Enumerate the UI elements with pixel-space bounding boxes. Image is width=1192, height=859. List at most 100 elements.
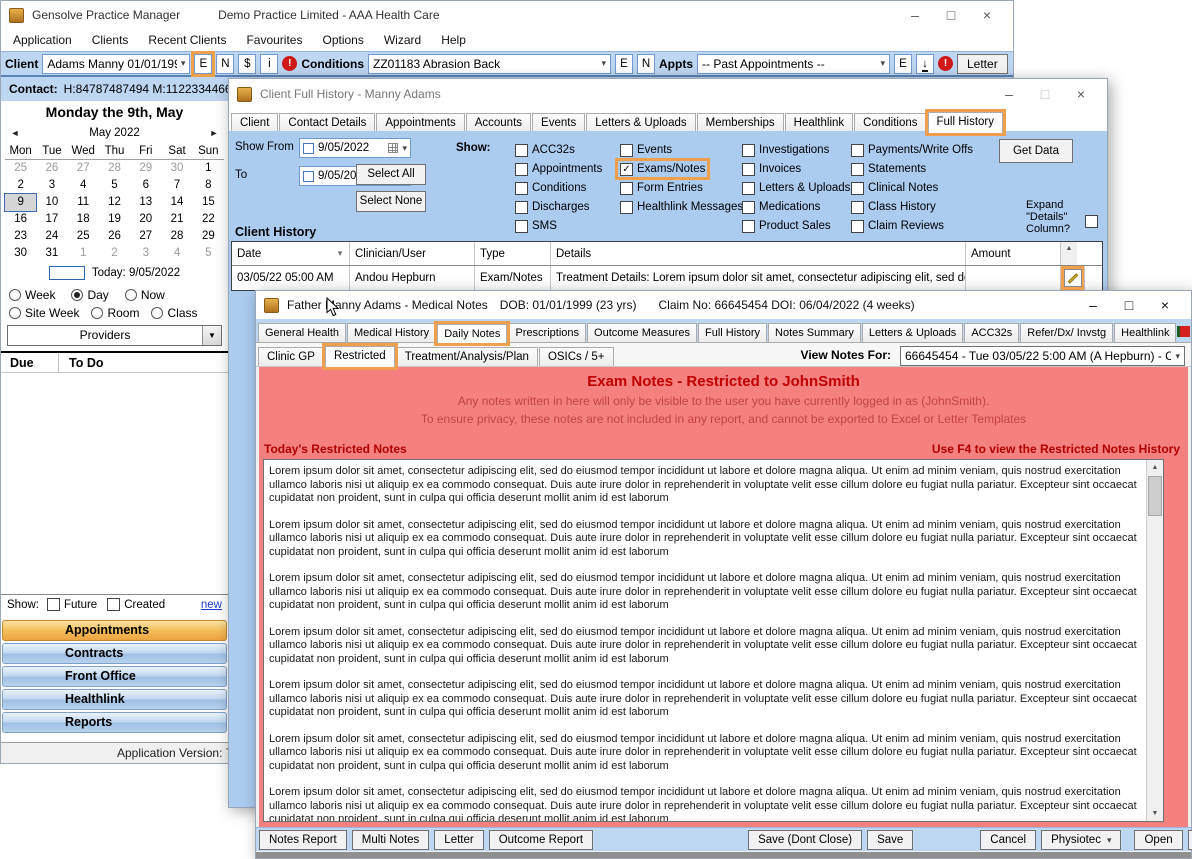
history-tab-accounts[interactable]: Accounts (466, 113, 531, 132)
notes-sub-tab-treatment-analysis-plan[interactable]: Treatment/Analysis/Plan (396, 347, 538, 366)
filter-checkbox-letters-uploads[interactable]: Letters & Uploads (740, 180, 852, 196)
menu-item-favourites[interactable]: Favourites (246, 33, 302, 47)
filter-checkbox-events[interactable]: Events (618, 142, 674, 158)
footer-notes-report-button[interactable]: Notes Report (259, 830, 347, 850)
calendar-day[interactable]: 27 (68, 160, 99, 177)
notes-tab-notes-summary[interactable]: Notes Summary (768, 323, 861, 342)
conditions-e-button[interactable]: E (615, 54, 633, 74)
calendar-day[interactable]: 8 (193, 177, 224, 194)
calendar-day[interactable]: 6 (130, 177, 161, 194)
today-label[interactable]: Today: 9/05/2022 (92, 267, 180, 279)
client-i-button[interactable]: i (260, 54, 278, 74)
checkbox-future[interactable]: Future (47, 598, 97, 611)
calendar-day[interactable]: 29 (193, 228, 224, 245)
filter-checkbox-conditions[interactable]: Conditions (513, 180, 588, 196)
checkbox-created[interactable]: Created (107, 598, 165, 611)
notes-sub-tab-clinic-gp[interactable]: Clinic GP (258, 347, 324, 366)
history-tab-contact-details[interactable]: Contact Details (279, 113, 375, 132)
filter-checkbox-medications[interactable]: Medications (740, 199, 822, 215)
filter-checkbox-class-history[interactable]: Class History (849, 199, 938, 215)
history-tab-healthlink[interactable]: Healthlink (785, 113, 854, 132)
table-scrollbar[interactable]: ▲ (1061, 242, 1077, 265)
conditions-n-button[interactable]: N (637, 54, 655, 74)
scroll-down-icon[interactable]: ▼ (1147, 806, 1163, 821)
radio-option-class[interactable]: Class (151, 306, 197, 320)
calendar-day[interactable]: 7 (161, 177, 192, 194)
save-button[interactable]: Save (867, 830, 913, 850)
column-header-date[interactable]: Date▼ (232, 242, 350, 265)
todo-due-column[interactable]: Due (1, 353, 59, 372)
history-tab-memberships[interactable]: Memberships (697, 113, 784, 132)
menu-item-help[interactable]: Help (441, 33, 466, 47)
calendar-day[interactable]: 20 (130, 211, 161, 228)
calendar-day[interactable]: 12 (99, 194, 130, 211)
letter-button[interactable]: Letter (957, 54, 1008, 74)
calendar-day[interactable]: 19 (99, 211, 130, 228)
save-dont-close-button[interactable]: Save (Dont Close) (748, 830, 862, 850)
nav-section-healthlink[interactable]: Healthlink (2, 689, 227, 710)
filter-checkbox-appointments[interactable]: Appointments (513, 161, 604, 177)
notes-scrollbar[interactable]: ▲ ▼ (1146, 460, 1163, 821)
filter-checkbox-exams-notes[interactable]: Exams/Notes (618, 161, 707, 177)
calendar-day[interactable]: 5 (193, 245, 224, 262)
calendar-day[interactable]: 4 (161, 245, 192, 262)
calendar-next-icon[interactable]: ► (204, 128, 224, 138)
footer-multi-notes-button[interactable]: Multi Notes (352, 830, 430, 850)
footer-letter-button[interactable]: Letter (434, 830, 483, 850)
history-title-bar[interactable]: Client Full History - Manny Adams – □ × (229, 79, 1107, 109)
radio-option-now[interactable]: Now (125, 288, 165, 302)
close-icon[interactable]: × (1063, 81, 1099, 107)
calendar-day[interactable]: 1 (68, 245, 99, 262)
client-n-button[interactable]: N (216, 54, 234, 74)
physiotec-dropdown[interactable]: Physiotec ▾ (1041, 830, 1121, 850)
column-header-type[interactable]: Type (475, 242, 551, 265)
calendar-day[interactable]: 1 (193, 160, 224, 177)
minimize-icon[interactable]: – (991, 81, 1027, 107)
calendar-day[interactable]: 26 (99, 228, 130, 245)
calendar-day[interactable]: 25 (68, 228, 99, 245)
calendar-month-label[interactable]: May 2022 (25, 127, 204, 139)
nav-section-front-office[interactable]: Front Office (2, 666, 227, 687)
calendar-day[interactable]: 14 (161, 194, 192, 211)
calendar-day[interactable]: 25 (5, 160, 36, 177)
chevron-down-icon[interactable]: ▼ (202, 326, 221, 345)
calendar-day[interactable]: 18 (68, 211, 99, 228)
today-box[interactable] (49, 266, 85, 280)
appts-e-button[interactable]: E (894, 54, 912, 74)
calendar-day[interactable]: 10 (36, 194, 67, 211)
providers-dropdown[interactable]: Providers ▼ (7, 325, 222, 346)
view-notes-combo[interactable]: 66645454 - Tue 03/05/22 5:00 AM (A Hepbu… (900, 346, 1185, 366)
calendar-day[interactable]: 5 (99, 177, 130, 194)
maximize-icon[interactable]: □ (933, 2, 969, 28)
nav-section-reports[interactable]: Reports (2, 712, 227, 733)
scroll-up-icon[interactable]: ▲ (1147, 460, 1163, 475)
calendar-day[interactable]: 29 (130, 160, 161, 177)
notes-sub-tab-osics-5[interactable]: OSICs / 5+ (539, 347, 614, 366)
flag-icon[interactable] (1177, 326, 1190, 337)
menu-item-recent-clients[interactable]: Recent Clients (148, 33, 226, 47)
calendar-day[interactable]: 15 (193, 194, 224, 211)
scroll-thumb[interactable] (1148, 476, 1162, 516)
column-header-details[interactable]: Details (551, 242, 966, 265)
notes-tab-general-health[interactable]: General Health (258, 323, 346, 342)
filter-checkbox-statements[interactable]: Statements (849, 161, 928, 177)
calendar-day[interactable]: 17 (36, 211, 67, 228)
calendar-day[interactable]: 22 (193, 211, 224, 228)
calendar-day[interactable]: 3 (130, 245, 161, 262)
todo-todo-column[interactable]: To Do (59, 353, 103, 372)
client-e-button[interactable]: E (194, 54, 212, 74)
conditions-combo[interactable]: ZZ01183 Abrasion Back ▾ (368, 54, 611, 74)
menu-item-wizard[interactable]: Wizard (384, 33, 421, 47)
close-icon[interactable]: × (969, 2, 1005, 28)
calendar-day[interactable]: 2 (5, 177, 36, 194)
calendar-day[interactable]: 30 (161, 160, 192, 177)
table-row[interactable]: 03/05/22 05:00 AMAndou HepburnExam/Notes… (232, 266, 1102, 290)
appts-combo[interactable]: -- Past Appointments -- ▾ (697, 54, 890, 74)
column-header-clinician-user[interactable]: Clinician/User (350, 242, 475, 265)
history-tab-letters-uploads[interactable]: Letters & Uploads (586, 113, 695, 132)
filter-checkbox-payments-write-offs[interactable]: Payments/Write Offs (849, 142, 975, 158)
nav-section-appointments[interactable]: Appointments (2, 620, 227, 641)
calendar-day[interactable]: 27 (130, 228, 161, 245)
calendar-day[interactable]: 16 (5, 211, 36, 228)
notes-tab-outcome-measures[interactable]: Outcome Measures (587, 323, 697, 342)
